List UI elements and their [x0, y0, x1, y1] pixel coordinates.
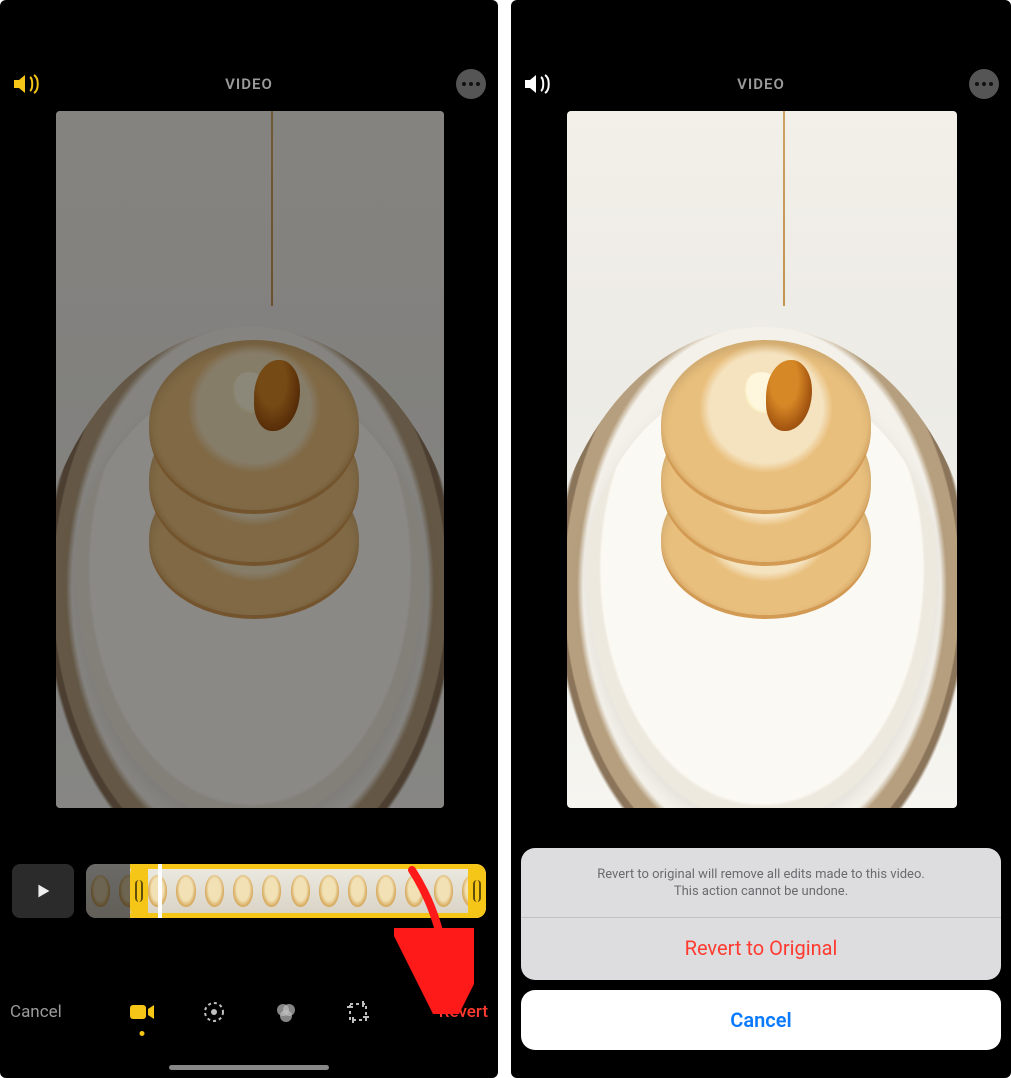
filters-tab-icon[interactable]: [272, 998, 300, 1026]
bottom-toolbar: Cancel Revert: [0, 986, 498, 1038]
phone-left: VIDEO: [0, 0, 498, 1078]
action-sheet-message-line1: Revert to original will remove all edits…: [597, 867, 925, 882]
video-preview[interactable]: [56, 111, 444, 808]
timeline-unselected: [86, 864, 130, 918]
phone-right: VIDEO: [511, 0, 1011, 1078]
top-bar: VIDEO: [511, 57, 1011, 111]
trim-handle-left[interactable]: [130, 864, 148, 918]
video-frame: [567, 111, 957, 808]
play-button[interactable]: [12, 864, 74, 918]
ellipsis-icon: [462, 82, 480, 86]
home-indicator[interactable]: [169, 1065, 329, 1070]
playhead[interactable]: [158, 864, 162, 918]
video-tab-icon[interactable]: [128, 998, 156, 1026]
trim-timeline[interactable]: [86, 864, 486, 918]
volume-icon[interactable]: [523, 73, 553, 95]
screen-title: VIDEO: [511, 75, 1011, 93]
revert-to-original-button[interactable]: Revert to Original: [521, 918, 1001, 980]
home-indicator[interactable]: [681, 1065, 841, 1070]
action-sheet-message-line2: This action cannot be undone.: [674, 884, 848, 899]
adjust-tab-icon[interactable]: [200, 998, 228, 1026]
dim-overlay: [56, 111, 444, 808]
volume-icon[interactable]: [12, 73, 42, 95]
more-options-button[interactable]: [969, 69, 999, 99]
top-bar: VIDEO: [0, 57, 498, 111]
timeline-row: [12, 864, 486, 918]
screen-title: VIDEO: [0, 75, 498, 93]
trim-handle-right[interactable]: [468, 864, 486, 918]
more-options-button[interactable]: [456, 69, 486, 99]
action-sheet-message: Revert to original will remove all edits…: [521, 848, 1001, 917]
cancel-button[interactable]: Cancel: [10, 1002, 62, 1022]
video-preview[interactable]: [567, 111, 957, 808]
side-by-side-stage: VIDEO: [0, 0, 1011, 1078]
edit-mode-tabs: [128, 998, 372, 1026]
action-sheet: Revert to original will remove all edits…: [521, 848, 1001, 1050]
crop-tab-icon[interactable]: [344, 998, 372, 1026]
action-sheet-cancel-button[interactable]: Cancel: [521, 990, 1001, 1050]
revert-button[interactable]: Revert: [439, 1002, 488, 1022]
action-sheet-panel: Revert to original will remove all edits…: [521, 848, 1001, 980]
ellipsis-icon: [975, 82, 993, 86]
